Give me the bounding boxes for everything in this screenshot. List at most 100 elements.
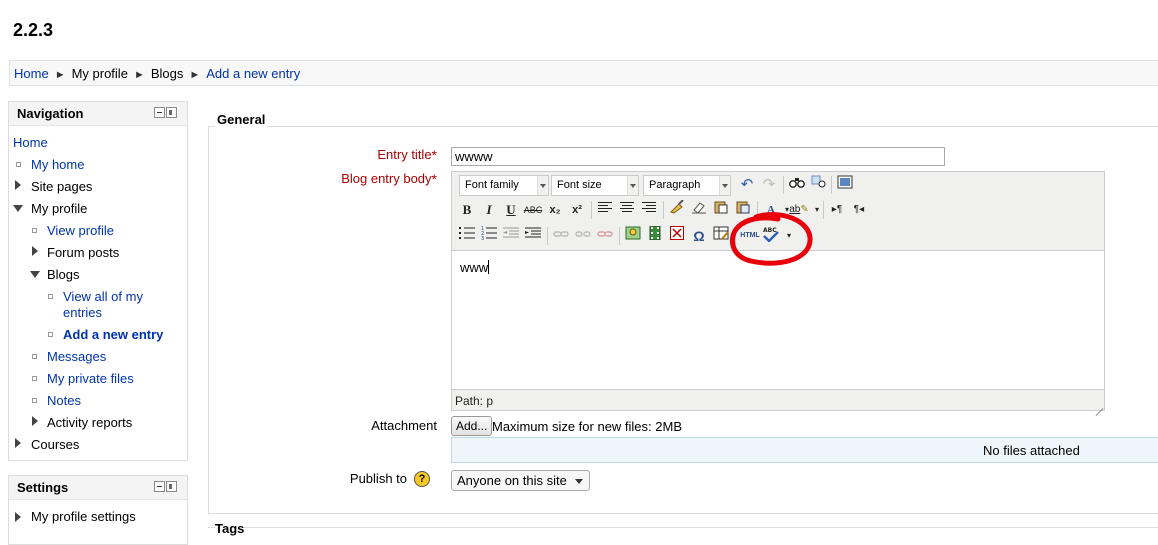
bullet-icon (32, 228, 37, 233)
settings-title: Settings (17, 480, 69, 495)
moodle-link-icon[interactable] (595, 226, 615, 246)
breadcrumb-my-profile-link[interactable]: My profile (72, 66, 128, 81)
collapse-block-icon[interactable] (154, 481, 165, 492)
settings-block-header: Settings (9, 476, 187, 500)
bullet-icon (32, 376, 37, 381)
nav-forum-posts[interactable]: Forum posts (47, 245, 119, 261)
ltr-direction-icon[interactable]: ▸¶ (827, 200, 847, 220)
link-icon[interactable] (551, 226, 571, 246)
strikethrough-icon[interactable]: ABC (523, 200, 543, 220)
nav-my-profile[interactable]: My profile (31, 201, 87, 217)
indent-icon[interactable] (523, 226, 543, 246)
entry-title-label: Entry title* (377, 147, 437, 163)
publish-to-select[interactable]: Anyone on this site (451, 470, 590, 491)
breadcrumb-separator: ► (189, 69, 201, 81)
bullet-icon (32, 398, 37, 403)
nav-notes[interactable]: Notes (47, 393, 81, 409)
dock-block-icon[interactable] (166, 481, 177, 492)
editor-content-text: www (460, 260, 489, 275)
bullet-icon (32, 354, 37, 359)
collapse-arrow-icon[interactable] (30, 271, 40, 278)
collapse-arrow-icon[interactable] (13, 205, 23, 212)
underline-icon[interactable]: U (501, 200, 521, 220)
entry-title-input[interactable] (451, 147, 945, 166)
unlink-icon[interactable] (573, 226, 593, 246)
eraser-icon[interactable] (689, 200, 709, 220)
annotation-circle-icon (729, 212, 813, 266)
breadcrumb-add-entry-link[interactable]: Add a new entry (206, 66, 300, 81)
redo-icon[interactable]: ↷ (759, 175, 779, 195)
nav-my-home[interactable]: My home (31, 157, 84, 173)
navigation-title: Navigation (17, 106, 84, 121)
undo-icon[interactable]: ↶ (737, 175, 757, 195)
rich-text-editor: Font family Font size Paragraph ↶ ↷ B I … (451, 171, 1105, 411)
required-marker: * (431, 147, 437, 163)
breadcrumb: Home ► My profile ► Blogs ► Add a new entry (9, 60, 1158, 86)
font-family-select[interactable]: Font family (459, 175, 549, 196)
nav-private-files[interactable]: My private files (47, 371, 134, 387)
nav-messages[interactable]: Messages (47, 349, 106, 365)
insert-media-icon[interactable] (645, 225, 665, 246)
special-char-icon[interactable]: Ω (689, 226, 709, 246)
dock-block-icon[interactable] (166, 107, 177, 118)
fullscreen-icon[interactable] (835, 175, 855, 195)
tags-fieldset (208, 527, 1158, 528)
numbered-list-icon[interactable]: 123 (479, 226, 499, 246)
expand-arrow-icon[interactable] (15, 438, 21, 448)
files-dropzone[interactable]: No files attached (451, 437, 1158, 463)
format-select[interactable]: Paragraph (643, 175, 731, 196)
no-files-text: No files attached (983, 443, 1080, 458)
replace-icon[interactable] (809, 175, 829, 195)
find-icon[interactable] (787, 175, 807, 195)
superscript-icon[interactable]: x² (567, 200, 587, 220)
general-legend[interactable]: General (215, 112, 268, 127)
navigation-block: Navigation (8, 101, 188, 461)
editor-path-bar: Path: p (455, 394, 494, 408)
expand-arrow-icon[interactable] (15, 180, 21, 190)
bold-icon[interactable]: B (457, 200, 477, 220)
insert-equation-icon[interactable] (667, 226, 687, 246)
chevron-down-icon (575, 479, 583, 484)
nav-add-new-entry[interactable]: Add a new entry (63, 327, 163, 343)
add-file-button[interactable]: Add... (451, 416, 493, 436)
nav-view-profile[interactable]: View profile (47, 223, 114, 239)
nav-blogs[interactable]: Blogs (47, 267, 80, 283)
expand-arrow-icon[interactable] (32, 416, 38, 426)
resize-handle-icon[interactable] (1093, 399, 1103, 409)
font-size-select[interactable]: Font size (551, 175, 639, 196)
outdent-icon[interactable] (501, 226, 521, 246)
insert-image-icon[interactable] (623, 226, 643, 246)
nav-site-pages[interactable]: Site pages (31, 179, 92, 195)
subscript-icon[interactable]: x₂ (545, 200, 565, 220)
publish-to-label: Publish to (349, 471, 407, 486)
settings-my-profile[interactable]: My profile settings (31, 509, 136, 525)
help-icon[interactable]: ? (414, 471, 430, 487)
nav-home[interactable]: Home (13, 135, 48, 151)
nav-courses[interactable]: Courses (31, 437, 79, 453)
align-center-icon[interactable] (617, 200, 637, 220)
tags-legend[interactable]: Tags (215, 521, 245, 536)
nav-view-all-entries[interactable]: View all of my entries (63, 289, 173, 321)
collapse-block-icon[interactable] (154, 107, 165, 118)
italic-icon[interactable]: I (479, 200, 499, 220)
page-title: 2.2.3 (13, 20, 54, 40)
editor-content-area[interactable]: www (452, 250, 1104, 390)
breadcrumb-blogs-link[interactable]: Blogs (151, 66, 184, 81)
breadcrumb-home-link[interactable]: Home (14, 66, 49, 81)
rtl-direction-icon[interactable]: ¶◂ (849, 200, 869, 220)
cleanup-icon[interactable] (667, 199, 687, 220)
max-size-text: Maximum size for new files: 2MB (492, 419, 682, 434)
expand-arrow-icon[interactable] (32, 246, 38, 256)
bullet-list-icon[interactable] (457, 226, 477, 246)
breadcrumb-separator: ► (133, 69, 145, 81)
bullet-icon (48, 332, 53, 337)
bullet-icon (48, 294, 53, 299)
bullet-icon (16, 162, 21, 167)
align-right-icon[interactable] (639, 200, 659, 220)
attachment-label: Attachment (371, 418, 437, 433)
align-left-icon[interactable] (595, 200, 615, 220)
navigation-block-header: Navigation (9, 102, 187, 126)
nav-activity-reports[interactable]: Activity reports (47, 415, 132, 431)
breadcrumb-separator: ► (54, 69, 66, 81)
expand-arrow-icon[interactable] (15, 512, 21, 522)
